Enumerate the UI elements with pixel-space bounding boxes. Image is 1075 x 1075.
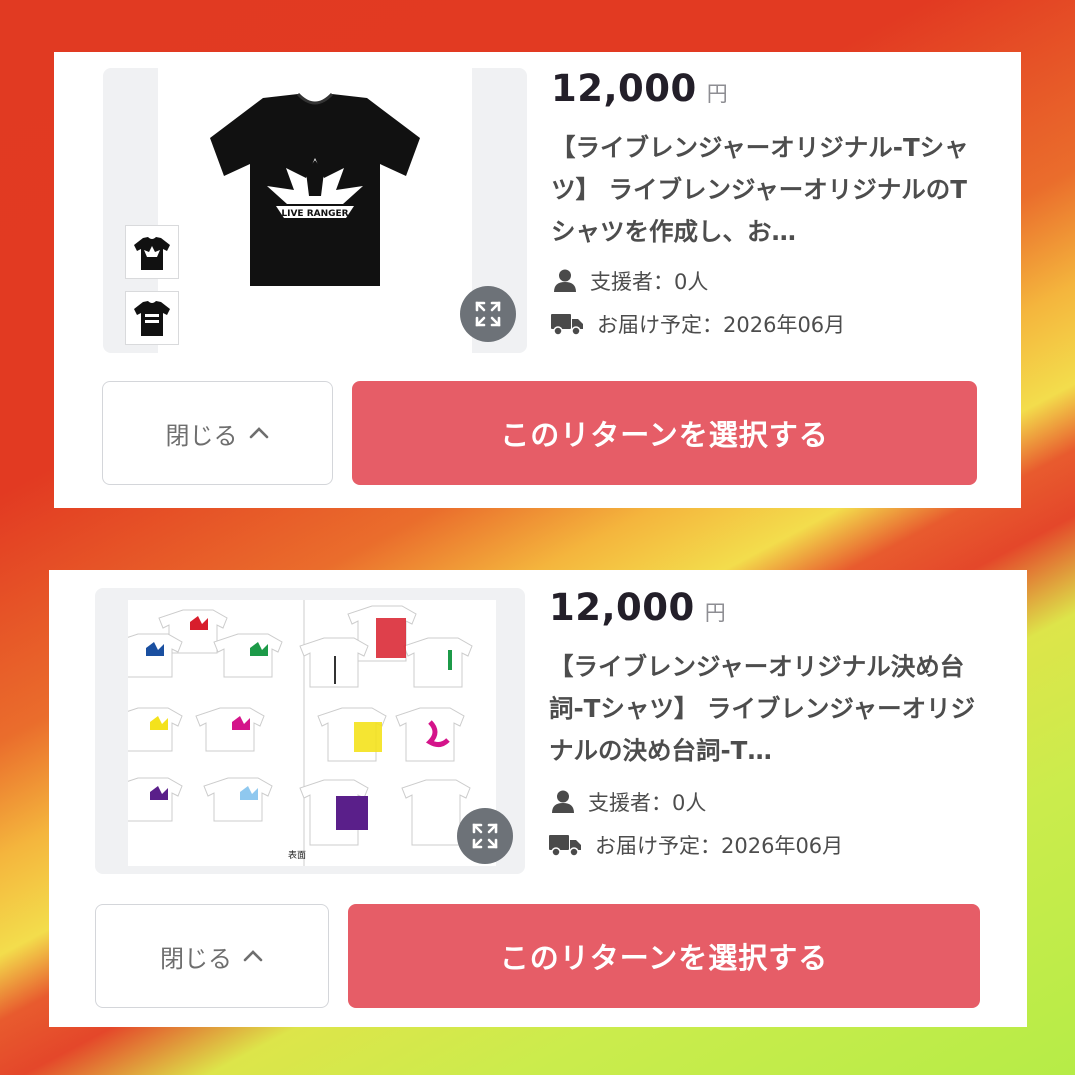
product-image-viewer[interactable]: LIVE RANGER [103,68,527,353]
close-button[interactable]: 閉じる [102,381,333,485]
reward-card-2: 表面 12,000 円 【ライブレンジャーオリジナル決め台詞-Tシャツ】 ライブレ… [49,570,1027,1027]
reward-title: 【ライブレンジャーオリジナル決め台詞-Tシャツ】 ライブレンジャーオリジナルの決… [549,652,976,765]
select-reward-button[interactable]: このリターンを選択する [352,381,977,485]
image-caption: 表面 [288,849,306,861]
product-image[interactable]: LIVE RANGER [158,68,472,353]
price-value: 12,000 [549,586,695,629]
product-image-viewer[interactable]: 表面 [95,588,525,874]
supporters-row: 支援者：0人 [552,787,706,817]
thumbnail-1[interactable] [125,225,179,279]
price-value: 12,000 [551,67,697,110]
delivery-row: お届け予定：2026年06月 [549,830,843,860]
person-icon [554,269,576,292]
price: 12,000 円 [551,67,728,110]
select-reward-button[interactable]: このリターンを選択する [348,904,980,1008]
reward-title: 【ライブレンジャーオリジナル-Tシャツ】 ライブレンジャーオリジナルのTシャツを… [551,133,969,246]
chevron-up-icon [243,950,263,962]
black-tshirt-image: LIVE RANGER [210,92,420,286]
currency-label: 円 [704,601,726,625]
close-button[interactable]: 閉じる [95,904,329,1008]
supporters-count: 支援者：0人 [590,270,709,294]
delivery-row: お届け予定：2026年06月 [551,309,845,339]
truck-icon [551,314,583,336]
delivery-date: お届け予定：2026年06月 [595,834,844,858]
thumbnail-2[interactable] [125,291,179,345]
reward-card-1: LIVE RANGER 12,000 円 【ライブレンジャーオリジナル-Tシャツ… [54,52,1021,508]
product-image[interactable]: 表面 [113,600,496,866]
multicolor-tshirts-image: 表面 [113,600,473,866]
expand-icon [472,823,498,849]
supporters-count: 支援者：0人 [588,791,707,815]
close-label: 閉じる [160,944,232,973]
supporters-row: 支援者：0人 [554,266,708,296]
truck-icon [549,835,581,857]
expand-button[interactable] [460,286,516,342]
chevron-up-icon [249,427,268,439]
expand-icon [475,301,501,327]
delivery-date: お届け予定：2026年06月 [597,313,846,337]
logo-text: LIVE RANGER [281,209,348,219]
person-icon [552,790,574,813]
expand-button[interactable] [457,808,513,864]
close-label: 閉じる [165,421,238,450]
price: 12,000 円 [549,586,726,629]
currency-label: 円 [706,82,728,106]
